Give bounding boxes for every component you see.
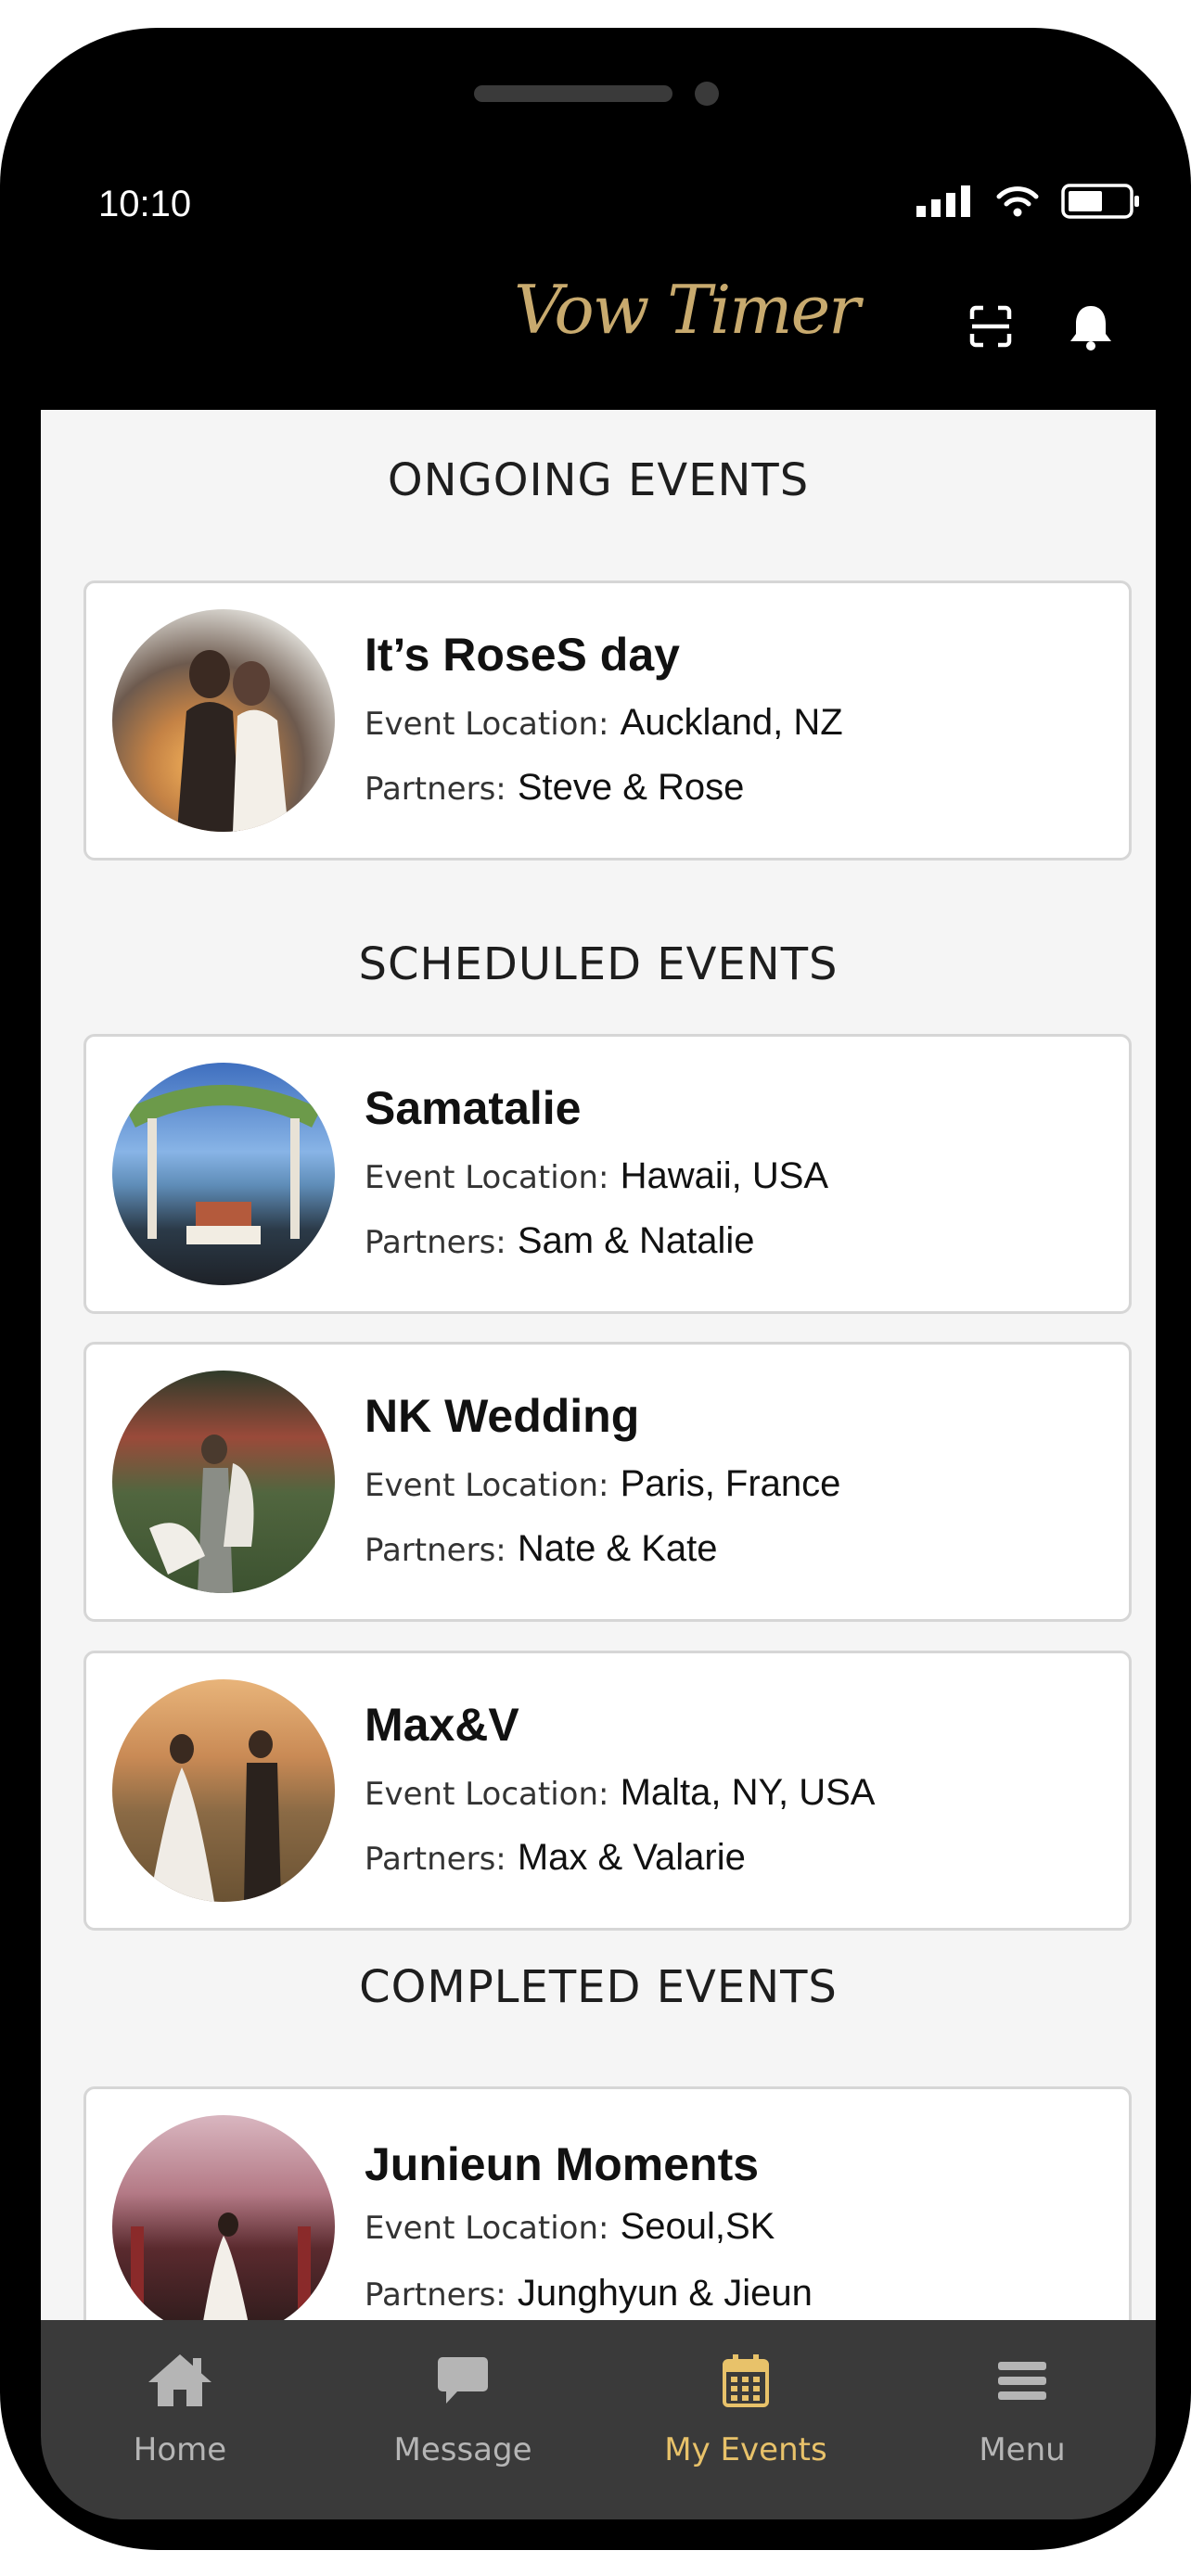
calendar-icon	[723, 2354, 769, 2407]
event-name: Samatalie	[365, 1082, 582, 1134]
message-icon	[438, 2357, 488, 2404]
event-name: NK Wedding	[365, 1390, 640, 1442]
events-list[interactable]: ONGOING EVENTS It’s RoseS day Event Loca…	[41, 410, 1156, 2320]
partners-label: Partners:	[365, 1841, 506, 1878]
event-photo	[112, 1063, 335, 1285]
partners-label: Partners:	[365, 1224, 506, 1261]
partners-value: Nate & Kate	[517, 1528, 718, 1569]
event-partners: Partners: Nate & Kate	[365, 1528, 718, 1570]
event-photo	[112, 609, 335, 832]
notifications-button[interactable]	[1065, 300, 1117, 352]
event-location: Event Location: Paris, France	[365, 1463, 840, 1505]
couple-temple-photo	[131, 2213, 311, 2320]
status-time: 10:10	[98, 184, 192, 224]
event-location: Event Location: Auckland, NZ	[365, 702, 843, 744]
tab-home[interactable]: Home	[41, 2348, 319, 2468]
partners-value: Sam & Natalie	[517, 1220, 755, 1261]
event-card[interactable]: Max&V Event Location: Malta, NY, USA Par…	[83, 1651, 1132, 1931]
couple-sunset-photo	[149, 1730, 281, 1902]
tab-label: My Events	[664, 2431, 827, 2468]
partners-value: Junghyun & Jieun	[517, 2273, 813, 2314]
location-value: Auckland, NZ	[620, 702, 843, 743]
event-location: Event Location: Hawaii, USA	[365, 1155, 828, 1197]
event-card[interactable]: NK Wedding Event Location: Paris, France…	[83, 1342, 1132, 1622]
home-icon	[148, 2354, 211, 2406]
event-partners: Partners: Steve & Rose	[365, 767, 744, 809]
app-logo: Vow Timer	[514, 271, 861, 349]
wifi-icon	[996, 186, 1039, 217]
event-name: Max&V	[365, 1699, 519, 1751]
battery-icon	[1061, 184, 1139, 219]
location-value: Paris, France	[620, 1463, 841, 1504]
app-screen: Vow Timer ONGOING EVENTS It’s RoseS day …	[41, 243, 1156, 2519]
beach-arch-photo	[126, 1085, 321, 1244]
event-partners: Partners: Junghyun & Jieun	[365, 2273, 813, 2315]
signal-icon	[916, 185, 970, 217]
partners-label: Partners:	[365, 2276, 506, 2314]
section-title-completed: COMPLETED EVENTS	[359, 1961, 838, 2013]
location-label: Event Location:	[365, 1159, 609, 1196]
couple-photo	[177, 650, 288, 832]
partners-value: Max & Valarie	[517, 1837, 746, 1878]
status-icons	[916, 184, 1141, 219]
location-label: Event Location:	[365, 1467, 609, 1504]
tab-label: Menu	[979, 2431, 1066, 2468]
event-location: Event Location: Malta, NY, USA	[365, 1772, 875, 1814]
location-value: Hawaii, USA	[620, 1155, 829, 1196]
speaker-grille	[474, 85, 672, 102]
tab-menu[interactable]: Menu	[883, 2348, 1156, 2468]
location-label: Event Location:	[365, 2210, 609, 2247]
location-value: Malta, NY, USA	[620, 1772, 876, 1813]
event-card[interactable]: Samatalie Event Location: Hawaii, USA Pa…	[83, 1034, 1132, 1314]
partners-value: Steve & Rose	[517, 767, 745, 808]
tab-label: Home	[133, 2431, 227, 2468]
location-label: Event Location:	[365, 1776, 609, 1813]
event-photo	[112, 1371, 335, 1593]
partners-label: Partners:	[365, 771, 506, 808]
phone-frame: 10:10 Vow Timer ONGOING EVENTS It’s Rose…	[0, 28, 1191, 2550]
section-title-scheduled: SCHEDULED EVENTS	[358, 938, 839, 990]
couple-field-photo	[149, 1435, 254, 1593]
location-label: Event Location:	[365, 706, 609, 743]
event-name: It’s RoseS day	[365, 629, 680, 681]
tab-my-events[interactable]: My Events	[607, 2348, 885, 2468]
section-title-ongoing: ONGOING EVENTS	[387, 454, 810, 506]
event-card[interactable]: Junieun Moments Event Location: Seoul,SK…	[83, 2086, 1132, 2320]
app-header: Vow Timer	[41, 243, 1156, 410]
partners-label: Partners:	[365, 1532, 506, 1569]
event-photo	[112, 2115, 335, 2320]
bottom-tab-bar: Home Message My Events Menu	[41, 2320, 1156, 2519]
tab-label: Message	[393, 2431, 532, 2468]
bell-icon	[1070, 306, 1111, 351]
menu-icon	[998, 2362, 1046, 2400]
scan-button[interactable]	[965, 300, 1017, 352]
location-value: Seoul,SK	[620, 2206, 775, 2247]
tab-message[interactable]: Message	[324, 2348, 602, 2468]
event-partners: Partners: Sam & Natalie	[365, 1220, 755, 1262]
scan-icon	[969, 305, 1012, 348]
event-name: Junieun Moments	[365, 2138, 760, 2190]
event-location: Event Location: Seoul,SK	[365, 2206, 775, 2248]
event-card[interactable]: It’s RoseS day Event Location: Auckland,…	[83, 580, 1132, 861]
event-partners: Partners: Max & Valarie	[365, 1837, 746, 1879]
event-photo	[112, 1679, 335, 1902]
front-camera	[695, 82, 719, 106]
